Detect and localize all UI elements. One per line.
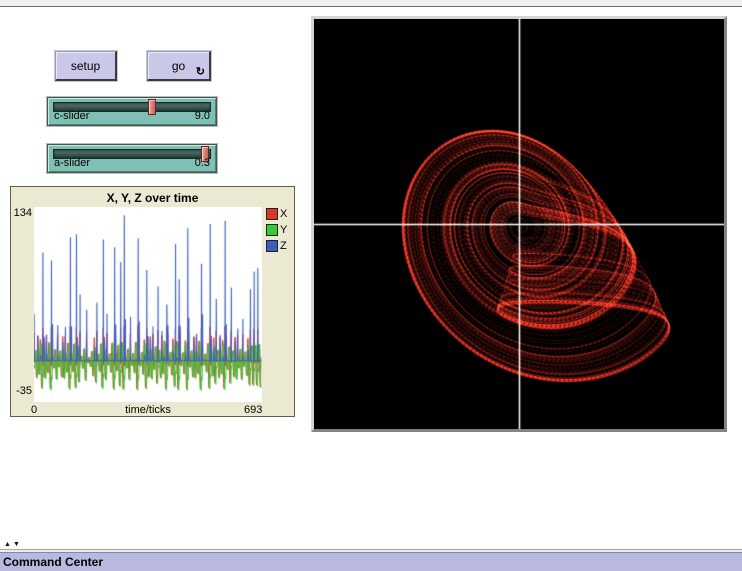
plot-title: X, Y, Z over time	[11, 191, 294, 205]
go-button-label: go	[172, 59, 185, 73]
setup-button[interactable]: setup	[55, 51, 117, 81]
legend-row-z: Z	[266, 238, 287, 254]
x-axis-title: time/ticks	[34, 404, 262, 416]
plot-legend: XYZ	[266, 206, 287, 254]
setup-button-label: setup	[71, 59, 100, 73]
c-slider-handle[interactable]	[148, 99, 156, 115]
command-center-resize-arrows[interactable]: ▲▼	[4, 541, 22, 548]
legend-row-y: Y	[266, 222, 287, 238]
forever-icon: ↻	[196, 67, 205, 78]
y-axis-min-label: -35	[11, 385, 32, 397]
legend-label-x: X	[280, 208, 287, 220]
a-slider-label: a-slider	[54, 157, 90, 169]
c-slider-label: c-slider	[54, 110, 89, 122]
legend-swatch-x	[266, 208, 278, 220]
c-slider-value: 9.0	[195, 110, 210, 122]
plot-widget: X, Y, Z over time 134 -35 0 time/ticks 6…	[10, 186, 295, 417]
expand-arrow-icon[interactable]: ▼	[13, 541, 22, 548]
y-axis-max-label: 134	[11, 207, 32, 219]
a-slider[interactable]: a-slider 0.3	[47, 144, 217, 173]
plot-canvas	[34, 207, 262, 402]
collapse-arrow-icon[interactable]: ▲	[4, 541, 13, 548]
go-button[interactable]: go ↻	[147, 51, 211, 81]
world-view[interactable]	[314, 19, 724, 429]
command-center-title: Command Center	[0, 555, 103, 569]
legend-label-y: Y	[280, 224, 287, 236]
a-slider-value: 0.3	[195, 157, 210, 169]
legend-label-z: Z	[280, 240, 287, 252]
window-top-strip	[0, 0, 742, 7]
legend-swatch-y	[266, 224, 278, 236]
world-view-frame	[311, 16, 727, 432]
command-center-bar[interactable]: Command Center	[0, 552, 742, 571]
c-slider[interactable]: c-slider 9.0	[47, 97, 217, 126]
x-axis-max-label: 693	[244, 404, 262, 416]
legend-row-x: X	[266, 206, 287, 222]
legend-swatch-z	[266, 240, 278, 252]
